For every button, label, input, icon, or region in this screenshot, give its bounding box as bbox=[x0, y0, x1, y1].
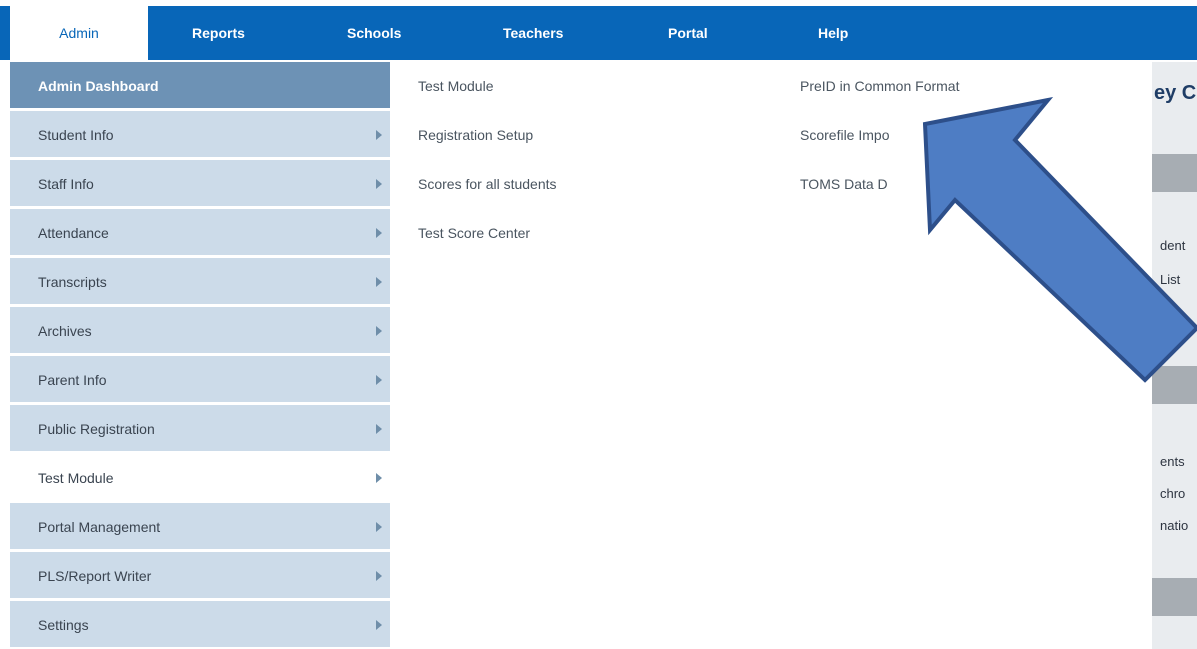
menu-item-parent-info[interactable]: Parent Info bbox=[10, 356, 390, 404]
menu-item-label: Portal Management bbox=[38, 519, 161, 535]
background-link[interactable]: List bbox=[1160, 272, 1180, 287]
menu-item-staff-info[interactable]: Staff Info bbox=[10, 160, 390, 208]
chevron-right-icon bbox=[376, 473, 382, 483]
submenu-link-scores-all-students[interactable]: Scores for all students bbox=[418, 174, 557, 194]
chevron-right-icon bbox=[376, 424, 382, 434]
menu-item-pls-report-writer[interactable]: PLS/Report Writer bbox=[10, 552, 390, 600]
menu-item-test-module[interactable]: Test Module bbox=[10, 454, 390, 502]
test-module-submenu: Test Module Registration Setup Scores fo… bbox=[392, 62, 1152, 649]
chevron-right-icon bbox=[376, 277, 382, 287]
section-header-strip bbox=[1152, 154, 1197, 192]
section-header-strip bbox=[1152, 366, 1197, 404]
background-link[interactable]: natio bbox=[1160, 518, 1188, 533]
background-link[interactable]: dent bbox=[1160, 238, 1185, 253]
menu-item-portal-management[interactable]: Portal Management bbox=[10, 503, 390, 551]
background-link[interactable]: ents bbox=[1160, 454, 1185, 469]
section-header-strip bbox=[1152, 578, 1197, 616]
tab-schools[interactable]: Schools bbox=[347, 6, 401, 60]
menu-admin-dashboard[interactable]: Admin Dashboard bbox=[10, 62, 390, 110]
menu-item-label: Archives bbox=[38, 323, 92, 339]
chevron-right-icon bbox=[376, 375, 382, 385]
menu-item-label: Parent Info bbox=[38, 372, 107, 388]
page-title: ey C bbox=[1154, 82, 1197, 104]
chevron-right-icon bbox=[376, 228, 382, 238]
menu-item-label: Settings bbox=[38, 617, 89, 633]
menu-item-label: Attendance bbox=[38, 225, 109, 241]
menu-item-label: Test Module bbox=[38, 470, 114, 486]
menu-item-label: Staff Info bbox=[38, 176, 94, 192]
tab-portal[interactable]: Portal bbox=[668, 6, 708, 60]
tab-teachers[interactable]: Teachers bbox=[503, 6, 563, 60]
chevron-right-icon bbox=[376, 130, 382, 140]
chevron-right-icon bbox=[376, 179, 382, 189]
top-nav: Admin Reports Schools Teachers Portal He… bbox=[0, 6, 1197, 60]
background-link[interactable]: chro bbox=[1160, 486, 1185, 501]
chevron-right-icon bbox=[376, 326, 382, 336]
submenu-link-scorefile-import[interactable]: Scorefile Impo bbox=[800, 125, 889, 145]
menu-item-label: Admin Dashboard bbox=[38, 78, 159, 94]
menu-item-student-info[interactable]: Student Info bbox=[10, 111, 390, 159]
chevron-right-icon bbox=[376, 522, 382, 532]
menu-item-transcripts[interactable]: Transcripts bbox=[10, 258, 390, 306]
submenu-link-preid-common-format[interactable]: PreID in Common Format bbox=[800, 76, 959, 96]
menu-item-label: PLS/Report Writer bbox=[38, 568, 152, 584]
submenu-link-toms-data[interactable]: TOMS Data D bbox=[800, 174, 888, 194]
submenu-link-test-score-center[interactable]: Test Score Center bbox=[418, 223, 530, 243]
chevron-right-icon bbox=[376, 571, 382, 581]
menu-item-settings[interactable]: Settings bbox=[10, 601, 390, 649]
admin-menu: Admin Dashboard Student Info Staff Info … bbox=[10, 62, 390, 649]
tab-admin[interactable]: Admin bbox=[10, 6, 148, 60]
menu-item-public-registration[interactable]: Public Registration bbox=[10, 405, 390, 453]
menu-item-archives[interactable]: Archives bbox=[10, 307, 390, 355]
submenu-link-test-module[interactable]: Test Module bbox=[418, 76, 493, 96]
menu-item-label: Transcripts bbox=[38, 274, 107, 290]
tab-reports[interactable]: Reports bbox=[192, 6, 245, 60]
submenu-link-registration-setup[interactable]: Registration Setup bbox=[418, 125, 533, 145]
menu-item-attendance[interactable]: Attendance bbox=[10, 209, 390, 257]
tab-help[interactable]: Help bbox=[818, 6, 848, 60]
menu-item-label: Public Registration bbox=[38, 421, 155, 437]
chevron-right-icon bbox=[376, 620, 382, 630]
menu-item-label: Student Info bbox=[38, 127, 114, 143]
background-page: ey C dent List ents chro natio bbox=[1152, 62, 1197, 649]
